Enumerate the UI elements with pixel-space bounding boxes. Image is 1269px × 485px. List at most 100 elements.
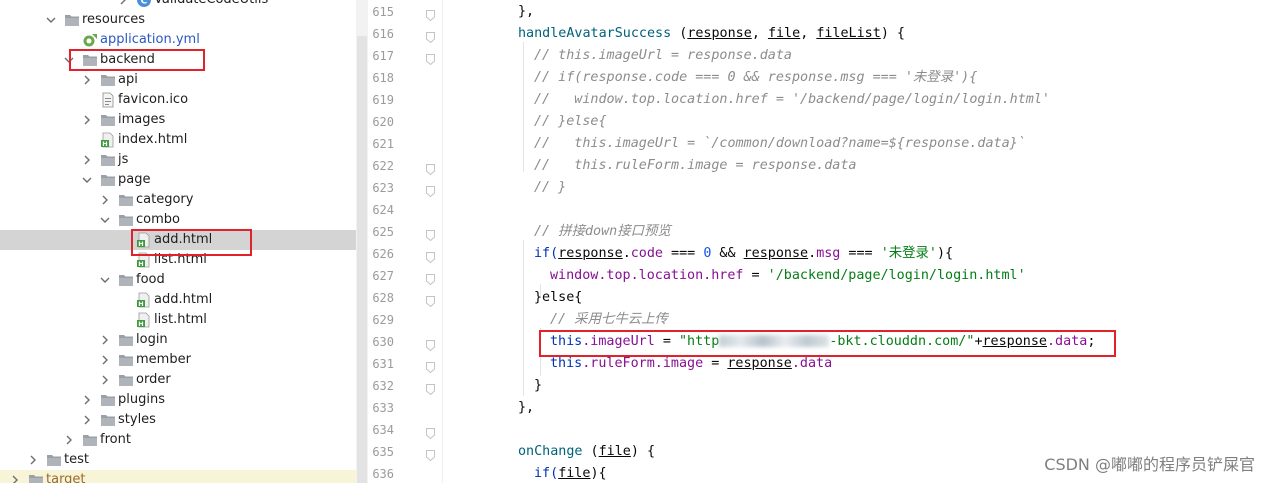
code-token: }, [518, 4, 535, 19]
line-number: 633 [372, 401, 394, 415]
redacted-url-blur [719, 335, 830, 347]
fold-marker-icon[interactable] [426, 292, 435, 308]
tree-item-backend[interactable]: backend [0, 50, 356, 70]
fold-marker-icon[interactable] [426, 336, 435, 352]
tree-item-resources[interactable]: resources [0, 10, 356, 30]
watermark: CSDN @嘟嘟的程序员铲屎官 [1044, 455, 1255, 474]
chevron-right-icon[interactable] [98, 373, 112, 387]
code-line-629: // 采用七牛云上传 [550, 312, 668, 327]
tree-item-category[interactable]: category [0, 190, 356, 210]
tree-item-api[interactable]: api [0, 70, 356, 90]
chevron-right-icon[interactable] [98, 353, 112, 367]
property: .ruleForm.image [582, 356, 704, 371]
chevron-down-icon[interactable] [98, 213, 112, 227]
chevron-right-icon[interactable] [26, 453, 40, 467]
chevron-right-icon[interactable] [98, 193, 112, 207]
code-token: ) { [880, 26, 905, 41]
line-number: 631 [372, 357, 394, 371]
param: response [558, 246, 623, 261]
fold-marker-icon[interactable] [426, 446, 435, 462]
fold-marker-icon[interactable] [426, 424, 435, 440]
tree-item-index-html[interactable]: Hindex.html [0, 130, 356, 150]
tree-item-add-html[interactable]: Hadd.html [0, 290, 356, 310]
fold-marker-icon[interactable] [426, 226, 435, 242]
code-line-625: // 拼接down接口预览 [534, 224, 671, 239]
tree-item-application-yml[interactable]: application.yml [0, 30, 356, 50]
tree-item-login[interactable]: login [0, 330, 356, 350]
param: response [982, 334, 1048, 349]
chevron-right-icon[interactable] [8, 473, 22, 483]
line-number: 618 [372, 71, 394, 85]
code-token: , [800, 26, 817, 41]
keyword: this [550, 334, 583, 349]
tree-item-styles[interactable]: styles [0, 410, 356, 430]
fold-marker-icon[interactable] [426, 358, 435, 374]
folder-icon [46, 452, 62, 468]
tree-item-front[interactable]: front [0, 430, 356, 450]
tree-item-list-html[interactable]: Hlist.html [0, 250, 356, 270]
tree-item-label: page [118, 172, 151, 187]
chevron-right-icon[interactable] [80, 153, 94, 167]
chevron-down-icon[interactable] [80, 173, 94, 187]
tree-item-test[interactable]: test [0, 450, 356, 470]
chevron-right-icon[interactable] [116, 0, 130, 7]
resources-folder-icon [64, 12, 80, 28]
string: '/backend/page/login/login.html' [767, 268, 1026, 283]
tree-item-label: js [118, 152, 129, 167]
chevron-down-icon[interactable] [98, 273, 112, 287]
fold-marker-icon[interactable] [426, 270, 435, 286]
fold-marker-icon[interactable] [426, 182, 435, 198]
tree-item-label: backend [100, 52, 155, 67]
tree-item-target[interactable]: target [0, 470, 356, 483]
code-line-623: // } [534, 180, 567, 195]
java-class-icon: C [136, 0, 152, 8]
folder-icon [118, 372, 134, 388]
fold-marker-icon[interactable] [426, 6, 435, 22]
tree-item-member[interactable]: member [0, 350, 356, 370]
code-editor[interactable]: }, handleAvatarSuccess (response, file, … [443, 0, 1269, 483]
tree-item-favicon-ico[interactable]: favicon.ico [0, 90, 356, 110]
line-number: 615 [372, 5, 394, 19]
tree-item-validatecodeutils[interactable]: C ValidateCodeUtils [0, 0, 356, 10]
folder-icon [118, 192, 134, 208]
folder-icon [100, 112, 116, 128]
tree-scrollbar-thumb[interactable] [357, 36, 367, 483]
tree-item-label: resources [82, 12, 146, 27]
indent-guide [540, 328, 541, 376]
code-line-630: this.imageUrl = "http -bkt.clouddn.com/"+… [550, 331, 1095, 353]
fold-marker-icon[interactable] [426, 50, 435, 66]
tree-item-images[interactable]: images [0, 110, 356, 130]
fold-marker-icon[interactable] [426, 160, 435, 176]
tree-item-label: add.html [154, 232, 213, 247]
folder-icon [118, 352, 134, 368]
chevron-right-icon[interactable] [62, 433, 76, 447]
chevron-right-icon[interactable] [80, 413, 94, 427]
fold-marker-icon[interactable] [426, 248, 435, 264]
tree-item-combo[interactable]: combo [0, 210, 356, 230]
chevron-right-icon[interactable] [80, 73, 94, 87]
fold-marker-icon[interactable] [426, 28, 435, 44]
tree-item-food[interactable]: food [0, 270, 356, 290]
tree-item-page[interactable]: page [0, 170, 356, 190]
keyword: if( [534, 466, 559, 481]
tree-item-add-html[interactable]: Hadd.html [0, 230, 356, 250]
folder-icon [100, 152, 116, 168]
param: fileList [816, 26, 881, 41]
code-token: = [703, 356, 728, 371]
tree-item-label: order [136, 372, 171, 387]
chevron-down-icon[interactable] [62, 53, 76, 67]
chevron-right-icon[interactable] [98, 333, 112, 347]
tree-item-label: test [64, 452, 89, 467]
folder-icon [118, 332, 134, 348]
chevron-right-icon[interactable] [80, 113, 94, 127]
tree-item-order[interactable]: order [0, 370, 356, 390]
tree-item-list-html[interactable]: Hlist.html [0, 310, 356, 330]
chevron-down-icon[interactable] [44, 13, 58, 27]
svg-text:H: H [138, 260, 143, 268]
yml-file-icon [82, 32, 98, 48]
tree-item-js[interactable]: js [0, 150, 356, 170]
tree-item-label: favicon.ico [118, 92, 189, 107]
tree-item-plugins[interactable]: plugins [0, 390, 356, 410]
chevron-right-icon[interactable] [80, 393, 94, 407]
fold-marker-icon[interactable] [426, 380, 435, 396]
